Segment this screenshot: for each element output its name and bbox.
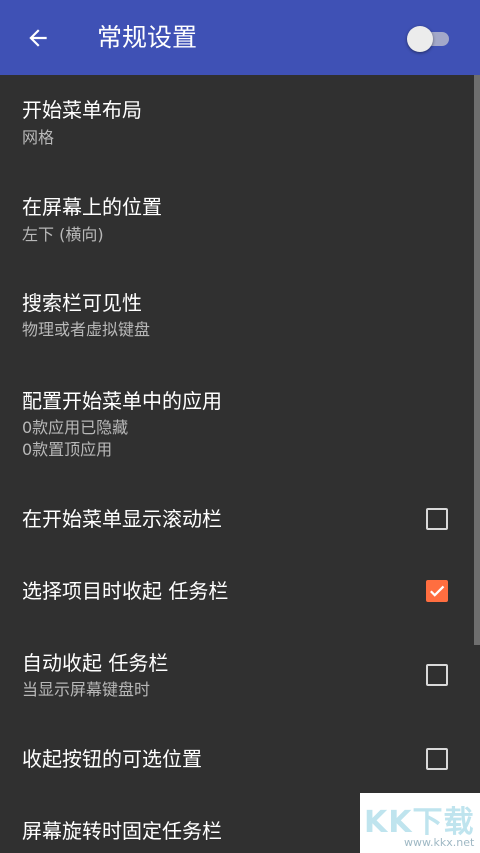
page-title: 常规设置 [97, 23, 198, 52]
setting-title: 开始菜单布局 [22, 98, 142, 122]
setting-subtitle: 0款应用已隐藏 [22, 418, 129, 437]
settings-list: 开始菜单布局 网格 在屏幕上的位置 左下 (横向) 搜索栏可见性 物理或者虚拟键… [0, 75, 480, 853]
setting-title: 屏幕旋转时固定任务栏 [22, 819, 222, 843]
app-bar: 常规设置 [0, 0, 480, 75]
setting-subtitle: 物理或者虚拟键盘 [22, 320, 151, 339]
collapse-on-select-checkbox[interactable] [426, 580, 448, 602]
setting-subtitle: 左下 (横向) [22, 225, 104, 244]
scrollbar[interactable] [474, 75, 480, 645]
check-icon [430, 585, 445, 597]
setting-title: 在开始菜单显示滚动栏 [22, 507, 222, 531]
watermark: KK下载 www.kkx.net [360, 793, 480, 853]
setting-collapse-button-position[interactable]: 收起按钮的可选位置 [0, 729, 470, 789]
setting-title: 选择项目时收起 任务栏 [22, 579, 229, 603]
setting-collapse-on-select[interactable]: 选择项目时收起 任务栏 [0, 557, 470, 627]
setting-title: 在屏幕上的位置 [22, 195, 162, 219]
setting-subtitle: 当显示屏幕键盘时 [22, 680, 151, 699]
setting-subtitle: 网格 [22, 128, 55, 147]
setting-title: 配置开始菜单中的应用 [22, 389, 222, 413]
watermark-url: www.kkx.net [404, 836, 475, 849]
setting-title: 搜索栏可见性 [22, 291, 142, 315]
setting-subtitle-secondary: 0款置顶应用 [22, 440, 113, 459]
collapse-button-position-checkbox[interactable] [426, 748, 448, 770]
setting-search-bar-visibility[interactable]: 搜索栏可见性 物理或者虚拟键盘 [0, 269, 470, 365]
setting-title: 自动收起 任务栏 [22, 651, 169, 675]
switch-thumb [407, 26, 433, 52]
setting-show-scrollbar[interactable]: 在开始菜单显示滚动栏 [0, 485, 470, 557]
show-scrollbar-checkbox[interactable] [426, 508, 448, 530]
setting-start-menu-layout[interactable]: 开始菜单布局 网格 [0, 75, 470, 172]
setting-title: 收起按钮的可选位置 [22, 747, 202, 771]
auto-collapse-checkbox[interactable] [426, 664, 448, 686]
arrow-left-icon [29, 29, 47, 47]
setting-configure-start-menu-apps[interactable]: 配置开始菜单中的应用 0款应用已隐藏 0款置顶应用 [0, 365, 470, 485]
watermark-brand: KK下载 [364, 805, 475, 840]
master-switch[interactable] [405, 24, 451, 52]
setting-screen-position[interactable]: 在屏幕上的位置 左下 (横向) [0, 172, 470, 269]
back-button[interactable] [18, 18, 58, 58]
setting-auto-collapse[interactable]: 自动收起 任务栏 当显示屏幕键盘时 [0, 627, 470, 729]
